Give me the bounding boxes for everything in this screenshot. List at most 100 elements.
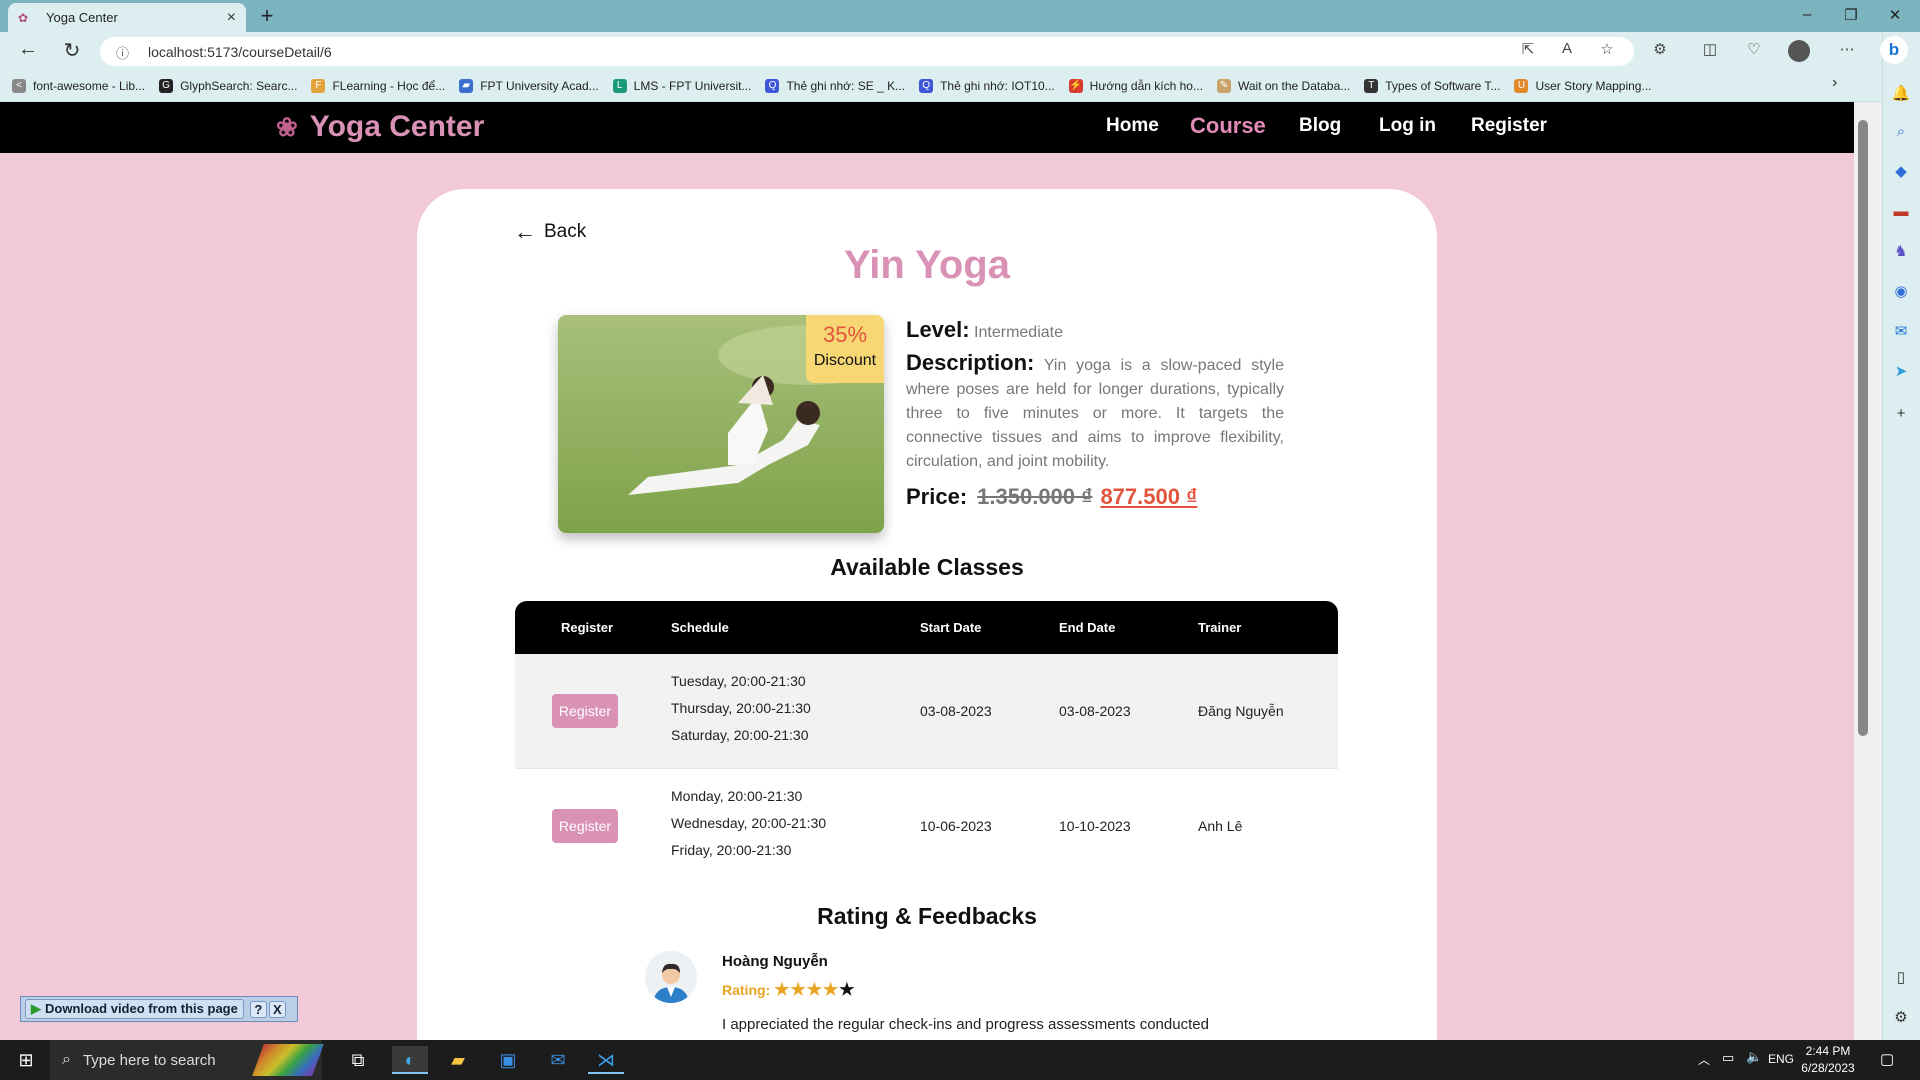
nav-home[interactable]: Home [1106, 115, 1159, 137]
schedule-cell: Tuesday, 20:00-21:30 Thursday, 20:00-21:… [671, 673, 811, 743]
price-label: Price: [906, 484, 968, 509]
task-view-icon[interactable]: ⧉ [340, 1046, 376, 1074]
help-button[interactable]: ? [249, 1000, 267, 1018]
restore-icon[interactable]: ❐ [1836, 6, 1866, 24]
course-title: Yin Yoga [844, 243, 1010, 287]
bookmark-item[interactable]: Q Thẻ ghi nhớ: SE _ K... [765, 78, 905, 93]
favorite-star-icon[interactable]: ☆ [1594, 40, 1620, 58]
trainer-cell: Anh Lê [1198, 818, 1243, 834]
discount-label: Discount [813, 352, 877, 369]
col-trainer: Trainer [1198, 620, 1242, 635]
bookmark-item[interactable]: Q Thẻ ghi nhớ: IOT10... [919, 78, 1055, 93]
bookmark-item[interactable]: ⚡ Hướng dẫn kích ho... [1068, 78, 1203, 93]
split-screen-icon[interactable]: ◫ [1697, 40, 1723, 58]
minimize-icon[interactable]: – [1792, 6, 1822, 23]
send-icon[interactable]: ➤ [1889, 360, 1913, 384]
windows-start-icon[interactable]: ⊞ [8, 1046, 44, 1074]
office-icon[interactable]: ◉ [1889, 280, 1913, 304]
address-bar[interactable]: ⓘ localhost:5173/courseDetail/6 [100, 37, 1634, 66]
rating-label: Rating: [722, 982, 771, 998]
clock[interactable]: 2:44 PM 6/28/2023 [1798, 1043, 1858, 1077]
download-video-bar: ▶ Download video from this page ? X [20, 996, 298, 1022]
read-aloud-icon[interactable]: A [1554, 40, 1580, 57]
close-tab-icon[interactable]: × [227, 9, 236, 27]
new-tab-icon[interactable]: + [254, 3, 280, 29]
end-date-cell: 10-10-2023 [1059, 818, 1131, 834]
nav-blog[interactable]: Blog [1299, 115, 1341, 137]
tag-icon[interactable]: ◆ [1889, 160, 1913, 184]
rating-feedbacks-heading: Rating & Feedbacks [817, 903, 1037, 929]
rating-stars: ★★★★★ [774, 980, 855, 1000]
extensions-icon[interactable]: ⚙ [1647, 40, 1673, 58]
close-bar-button[interactable]: X [268, 1000, 286, 1018]
games-icon[interactable]: ♞ [1889, 240, 1913, 264]
more-menu-icon[interactable]: ⋯ [1834, 40, 1860, 58]
discount-percent: 35% [822, 322, 868, 347]
level-label: Level: [906, 317, 970, 342]
collections-icon[interactable]: ♡ [1741, 40, 1767, 58]
bookmark-item[interactable]: ▰ FPT University Acad... [459, 78, 599, 93]
volume-icon[interactable]: 🔈 [1746, 1049, 1762, 1065]
bookmark-item[interactable]: F FLearning - Học để... [311, 78, 445, 93]
lotus-icon: ✿ [18, 10, 29, 25]
lotus-logo-icon: ❀ [276, 111, 298, 142]
open-external-icon[interactable]: ⇱ [1515, 40, 1541, 58]
toolbox-icon[interactable]: ▬ [1889, 200, 1913, 224]
file-explorer-icon[interactable]: ▰ [440, 1046, 476, 1074]
bookmark-item[interactable]: U User Story Mapping... [1514, 78, 1651, 93]
bookmark-item[interactable]: L LMS - FPT Universit... [612, 78, 751, 93]
star-filled-icon: ★ [774, 980, 791, 999]
play-icon: ▶ [31, 1001, 41, 1016]
search-icon: ⌕ [62, 1051, 71, 1068]
course-info: Level: Intermediate Description: Yin yog… [906, 317, 1284, 510]
col-register: Register [561, 620, 614, 635]
bookmark-item[interactable]: G GlyphSearch: Searc... [159, 78, 297, 93]
language-indicator[interactable]: ENG [1768, 1052, 1794, 1066]
reviewer-name: Hoàng Nguyễn [722, 953, 828, 970]
nav-login[interactable]: Log in [1379, 115, 1436, 137]
browser-tab-bar [0, 0, 1920, 32]
browser-tab[interactable]: ✿ Yoga Center × [8, 3, 246, 32]
scrollbar-thumb[interactable] [1858, 120, 1868, 736]
url-text: localhost:5173/courseDetail/6 [148, 43, 332, 60]
info-icon[interactable]: ⓘ [116, 43, 129, 62]
store-icon[interactable]: ▣ [490, 1046, 526, 1074]
register-button[interactable]: Register [552, 694, 618, 728]
edge-taskbar-icon[interactable]: ◐ [392, 1046, 428, 1074]
feedback-text: I appreciated the regular check-ins and … [722, 1016, 1209, 1033]
profile-avatar[interactable] [1788, 40, 1810, 62]
settings-gear-icon[interactable]: ⚙ [1889, 1006, 1913, 1030]
tray-chevron-icon[interactable]: ︿ [1698, 1051, 1710, 1068]
old-price: 1.350.000 ₫ [977, 484, 1093, 509]
bookmarks-more-chevron-icon[interactable]: › [1832, 74, 1837, 92]
sidebar-toggle-icon[interactable]: ▯ [1889, 966, 1913, 990]
close-window-icon[interactable]: ✕ [1880, 6, 1910, 24]
mail-icon[interactable]: ✉ [540, 1046, 576, 1074]
network-icon[interactable]: ▭ [1722, 1050, 1734, 1066]
reviewer-avatar [645, 951, 697, 1003]
bookmark-item[interactable]: < font-awesome - Lib... [12, 78, 145, 93]
bing-copilot-icon[interactable]: b [1880, 36, 1908, 64]
back-arrow-icon[interactable]: ← [14, 38, 42, 61]
bell-icon[interactable]: 🔔 [1889, 82, 1913, 106]
notifications-icon[interactable]: ▢ [1880, 1050, 1894, 1068]
col-schedule: Schedule [671, 620, 729, 635]
col-end-date: End Date [1059, 620, 1116, 635]
bookmark-item[interactable]: T Types of Software T... [1364, 78, 1500, 93]
bookmarks-bar: < font-awesome - Lib... G GlyphSearch: Sea… [0, 70, 1882, 102]
available-classes-heading: Available Classes [830, 554, 1024, 580]
refresh-icon[interactable]: ↻ [58, 38, 86, 63]
add-icon[interactable]: + [1889, 402, 1913, 426]
nav-register[interactable]: Register [1471, 115, 1547, 137]
nav-course[interactable]: Course [1190, 113, 1266, 139]
back-link[interactable]: ← Back [514, 219, 586, 245]
site-logo[interactable]: ❀ Yoga Center [276, 110, 484, 144]
end-date-cell: 03-08-2023 [1059, 703, 1131, 719]
search-icon[interactable]: ⌕ [1889, 120, 1913, 144]
download-video-button[interactable]: ▶ Download video from this page [25, 999, 244, 1019]
taskbar-promo-image[interactable] [252, 1044, 324, 1076]
vscode-icon[interactable]: ⋊ [588, 1046, 624, 1074]
register-button[interactable]: Register [552, 809, 618, 843]
bookmark-item[interactable]: ✎ Wait on the Databa... [1216, 78, 1350, 93]
outlook-icon[interactable]: ✉ [1889, 320, 1913, 344]
